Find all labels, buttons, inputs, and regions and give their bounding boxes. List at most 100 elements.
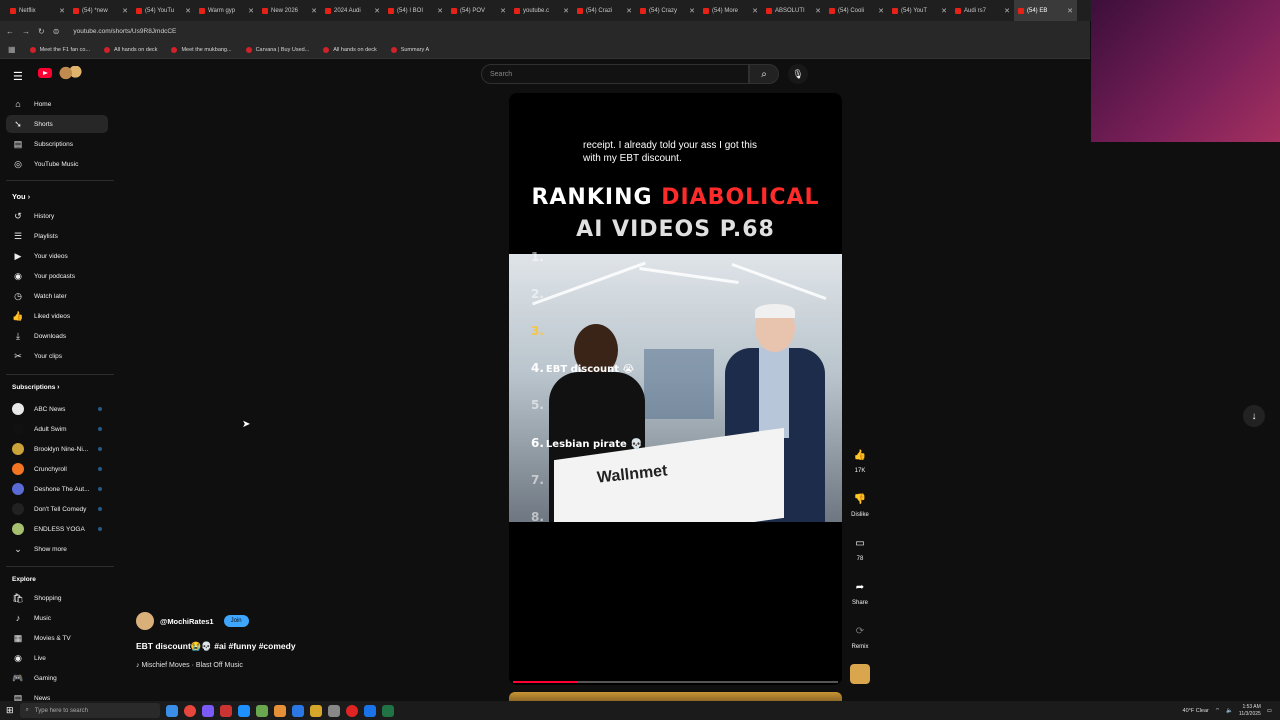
close-icon[interactable]: ✕: [59, 7, 65, 15]
clock[interactable]: 1:53 AM 11/3/2025: [1239, 704, 1261, 718]
sidebar-item-shorts[interactable]: ➘ Shorts: [6, 115, 108, 133]
browser-tab[interactable]: (54) I BOI ✕: [384, 0, 447, 21]
sidebar-item-home[interactable]: ⌂ Home: [6, 95, 108, 113]
channel-thumbnail[interactable]: [850, 664, 870, 684]
share-icon[interactable]: ➦: [849, 576, 871, 598]
channel-avatar[interactable]: [136, 612, 154, 630]
sidebar-item-youtube-music[interactable]: ◎ YouTube Music: [6, 155, 108, 173]
sidebar-item-gaming[interactable]: 🎮 Gaming: [6, 669, 108, 687]
shorts-player[interactable]: receipt. I already told your ass I got t…: [509, 93, 842, 685]
excel-icon[interactable]: [381, 704, 394, 717]
close-icon[interactable]: ✕: [878, 7, 884, 15]
share-action[interactable]: ➦ Share: [848, 576, 872, 607]
sidebar-item-live[interactable]: ◉ Live: [6, 649, 108, 667]
youtube-logo[interactable]: [38, 68, 52, 78]
sidebar-item-movies-tv[interactable]: ▦ Movies & TV: [6, 629, 108, 647]
close-icon[interactable]: ✕: [752, 7, 758, 15]
browser-tab[interactable]: (54) YouTu ✕: [132, 0, 195, 21]
channel-name[interactable]: @MochiRates1: [160, 617, 214, 626]
app-icon[interactable]: [237, 704, 250, 717]
sidebar-item-liked-videos[interactable]: 👍 Liked videos: [6, 307, 108, 325]
browser-tab[interactable]: Netflix ✕: [6, 0, 69, 21]
notifications-icon[interactable]: ▭: [1267, 708, 1272, 714]
reload-icon[interactable]: ↻: [38, 27, 45, 36]
bookmark-item[interactable]: Meet the mukbang...: [171, 46, 232, 53]
close-icon[interactable]: ✕: [185, 7, 191, 15]
network-icon[interactable]: ⌔: [1215, 707, 1220, 714]
sidebar-item-playlists[interactable]: ☰ Playlists: [6, 227, 108, 245]
close-icon[interactable]: ✕: [500, 7, 506, 15]
search-input[interactable]: Search: [481, 64, 749, 84]
sidebar-sub-channel[interactable]: ENDLESS YOGA: [6, 520, 108, 538]
close-icon[interactable]: ✕: [941, 7, 947, 15]
close-icon[interactable]: ✕: [563, 7, 569, 15]
bookmark-item[interactable]: All hands on deck: [323, 46, 377, 53]
browser-tab[interactable]: ABSOLUTI ✕: [762, 0, 825, 21]
join-button[interactable]: Join: [223, 615, 249, 627]
close-icon[interactable]: ✕: [626, 7, 632, 15]
browser-tab[interactable]: (54) Crazy ✕: [636, 0, 699, 21]
app-icon[interactable]: [345, 704, 358, 717]
sidebar-item-history[interactable]: ↺ History: [6, 207, 108, 225]
browser-tab[interactable]: (54) *new ✕: [69, 0, 132, 21]
taskbar-search[interactable]: ⌕ Type here to search: [19, 703, 160, 718]
close-icon[interactable]: ✕: [815, 7, 821, 15]
browser-tab[interactable]: youtube.c ✕: [510, 0, 573, 21]
sidebar-sub-channel[interactable]: Brooklyn Nine-Ni...: [6, 440, 108, 458]
edge-icon[interactable]: [165, 704, 178, 717]
app-icon[interactable]: [201, 704, 214, 717]
video-progress-bar[interactable]: [513, 681, 838, 683]
browser-tab[interactable]: (54) More ✕: [699, 0, 762, 21]
forward-icon[interactable]: →: [22, 27, 30, 36]
sidebar-sub-channel[interactable]: Adult Swim: [6, 420, 108, 438]
app-icon[interactable]: [273, 704, 286, 717]
like-action[interactable]: 👍 17K: [848, 444, 872, 475]
folder-icon[interactable]: [309, 704, 322, 717]
sidebar-sub-channel[interactable]: ABC News: [6, 400, 108, 418]
thumbs-up-icon[interactable]: 👍: [849, 444, 871, 466]
app-icon[interactable]: [363, 704, 376, 717]
url-field[interactable]: youtube.com/shorts/Us9R8JmdcCE: [73, 28, 176, 35]
browser-tab[interactable]: (54) Crazi ✕: [573, 0, 636, 21]
search-icon[interactable]: ⌕: [749, 64, 779, 84]
sidebar-sub-channel[interactable]: Crunchyroll: [6, 460, 108, 478]
subscriptions-heading[interactable]: Subscriptions ›: [12, 384, 60, 391]
sidebar-item-downloads[interactable]: ⤓ Downloads: [6, 327, 108, 345]
weather-text[interactable]: 40°F Clear: [1183, 708, 1209, 714]
app-icon[interactable]: [255, 704, 268, 717]
bookmark-item[interactable]: Summary A: [390, 46, 429, 53]
show-more-button[interactable]: ⌄ Show more: [6, 540, 108, 558]
browser-tab[interactable]: Audi rs7 ✕: [951, 0, 1014, 21]
dislike-action[interactable]: 👎 Dislike: [848, 488, 872, 519]
back-icon[interactable]: ←: [6, 27, 14, 36]
browser-tab[interactable]: 2024 Audi ✕: [321, 0, 384, 21]
sidebar-item-your-podcasts[interactable]: ◉ Your podcasts: [6, 267, 108, 285]
you-heading[interactable]: You ›: [12, 192, 30, 201]
close-icon[interactable]: ✕: [122, 7, 128, 15]
sidebar-item-shopping[interactable]: 🛍 Shopping: [6, 589, 108, 607]
sidebar-sub-channel[interactable]: Deshone The Aut...: [6, 480, 108, 498]
volume-icon[interactable]: 🔈: [1226, 708, 1233, 714]
bookmark-item[interactable]: All hands on deck: [104, 46, 157, 53]
next-video-arrow-icon[interactable]: ↓: [1243, 405, 1265, 427]
browser-tab[interactable]: (54) EB ✕: [1014, 0, 1077, 21]
close-icon[interactable]: ✕: [1004, 7, 1010, 15]
opera-icon[interactable]: [219, 704, 232, 717]
sidebar-item-your-clips[interactable]: ✂ Your clips: [6, 347, 108, 365]
chrome-icon[interactable]: [183, 704, 196, 717]
music-track[interactable]: ♪ Mischief Moves · Blast Off Music: [136, 662, 243, 669]
browser-tab[interactable]: New 2026 ✕: [258, 0, 321, 21]
site-info-icon[interactable]: ⊜: [53, 27, 60, 36]
sidebar-sub-channel[interactable]: Don't Tell Comedy: [6, 500, 108, 518]
comment-icon[interactable]: ▭: [849, 532, 871, 554]
bookmark-item[interactable]: Meet the F1 fan co...: [29, 46, 90, 53]
app-icon[interactable]: [291, 704, 304, 717]
apps-icon[interactable]: ▦: [8, 45, 16, 54]
windows-start-icon[interactable]: ⊞: [6, 705, 14, 716]
remix-icon[interactable]: ⟳: [849, 620, 871, 642]
close-icon[interactable]: ✕: [374, 7, 380, 15]
thumbs-down-icon[interactable]: 👎: [849, 488, 871, 510]
microphone-icon[interactable]: 🎙: [788, 64, 808, 84]
close-icon[interactable]: ✕: [311, 7, 317, 15]
browser-tab[interactable]: (54) Cooli ✕: [825, 0, 888, 21]
